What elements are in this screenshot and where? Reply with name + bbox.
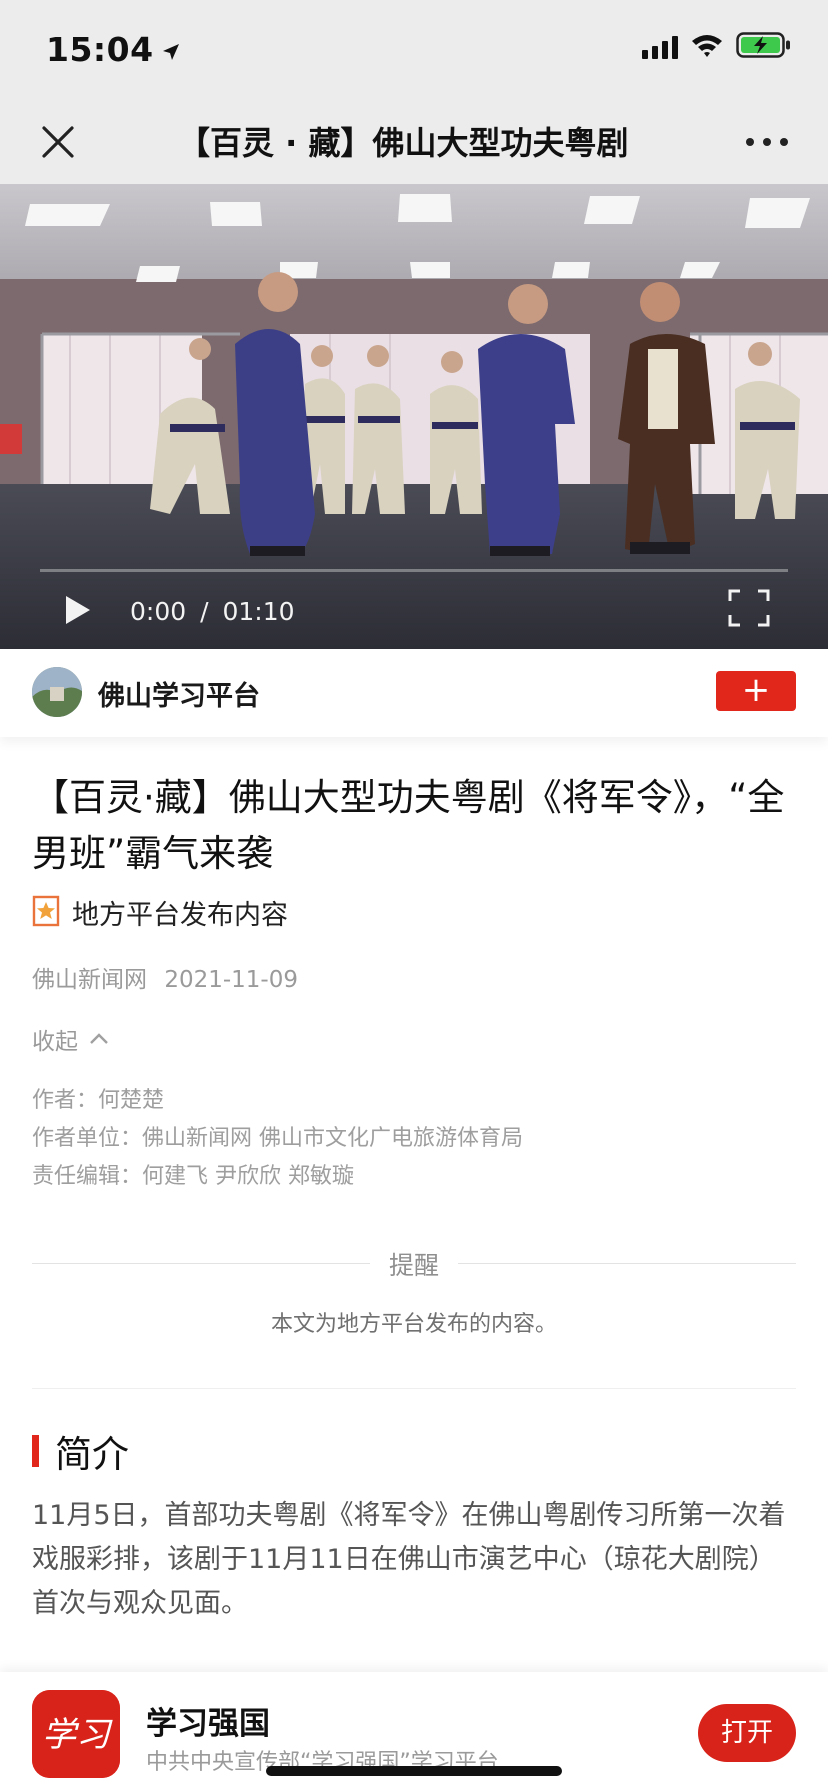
article-meta: 佛山新闻网 2021-11-09 [32, 960, 298, 994]
article-credits: 作者：何楚楚 作者单位：佛山新闻网 佛山市文化广电旅游体育局 责任编辑：何建飞 … [32, 1082, 523, 1196]
status-time: 15:04 [46, 30, 182, 71]
battery-charging-icon [736, 32, 792, 62]
local-platform-star-icon [32, 895, 60, 931]
open-app-button[interactable]: 打开 [698, 1704, 796, 1762]
credit-editor: 责任编辑：何建飞 尹欣欣 郑敏璇 [32, 1158, 523, 1196]
credit-author: 作者：何楚楚 [32, 1082, 523, 1120]
article-date: 2021-11-09 [164, 967, 298, 993]
collapse-label: 收起 [32, 1029, 78, 1055]
wifi-icon [690, 32, 724, 62]
channel-bar: 佛山学习平台 + [0, 649, 828, 737]
chevron-up-icon [88, 1026, 110, 1052]
video-current-time: 0:00 [130, 597, 187, 626]
app-logo: 学习 [32, 1690, 120, 1778]
video-progress-track[interactable] [40, 569, 788, 572]
video-duration: 01:10 [222, 597, 295, 626]
credit-author-value: 何楚楚 [98, 1088, 165, 1113]
reminder-heading: 提醒 [388, 1251, 439, 1280]
credit-unit-value: 佛山新闻网 佛山市文化广电旅游体育局 [142, 1126, 524, 1151]
status-icons [642, 32, 792, 62]
section-divider [32, 1388, 796, 1389]
credit-author-label: 作者： [32, 1088, 99, 1113]
more-icon[interactable] [742, 130, 792, 154]
location-arrow-icon [160, 32, 182, 71]
status-bar: 15:04 [0, 0, 828, 100]
status-time-text: 15:04 [46, 30, 154, 69]
article-source: 佛山新闻网 [32, 967, 147, 993]
play-icon[interactable] [62, 593, 94, 627]
source-tag-label: 地方平台发布内容 [72, 900, 288, 931]
collapse-toggle[interactable]: 收起 [32, 1022, 110, 1056]
credit-unit-label: 作者单位： [32, 1126, 143, 1151]
intro-body: 11月5日，首部功夫粤剧《将军令》在佛山粤剧传习所第一次着戏服彩排，该剧于11月… [32, 1500, 786, 1619]
video-time-separator: / [200, 597, 209, 626]
video-player[interactable]: 0:00 / 01:10 [0, 184, 828, 649]
nav-bar: 【百灵 · 藏】佛山大型功夫粤剧 [0, 100, 828, 184]
fullscreen-icon[interactable] [728, 589, 770, 627]
credit-editor-label: 责任编辑： [32, 1164, 143, 1189]
intro-accent-bar [32, 1435, 39, 1467]
page-title: 【百灵 · 藏】佛山大型功夫粤剧 [178, 124, 629, 162]
article-title: 【百灵·藏】佛山大型功夫粤剧《将军令》，“全男班”霸气来袭 [32, 776, 785, 875]
video-controls: 0:00 / 01:10 [0, 569, 828, 649]
source-tag: 地方平台发布内容 [32, 893, 288, 932]
avatar[interactable] [32, 667, 82, 717]
close-icon[interactable] [38, 122, 78, 162]
app-name: 学习强国 [146, 1706, 270, 1742]
channel-name[interactable]: 佛山学习平台 [98, 674, 260, 713]
signal-icon [642, 35, 678, 59]
video-time: 0:00 / 01:10 [130, 597, 295, 626]
home-indicator[interactable] [266, 1766, 562, 1776]
intro-heading-label: 简介 [55, 1433, 129, 1476]
follow-button[interactable]: + [716, 671, 796, 711]
reminder-text: 本文为地方平台发布的内容。 [270, 1312, 557, 1337]
app-logo-text: 学习 [42, 1715, 113, 1755]
credit-editor-value: 何建飞 尹欣欣 郑敏璇 [142, 1164, 355, 1189]
credit-unit: 作者单位：佛山新闻网 佛山市文化广电旅游体育局 [32, 1120, 523, 1158]
intro-heading: 简介 [32, 1424, 129, 1478]
